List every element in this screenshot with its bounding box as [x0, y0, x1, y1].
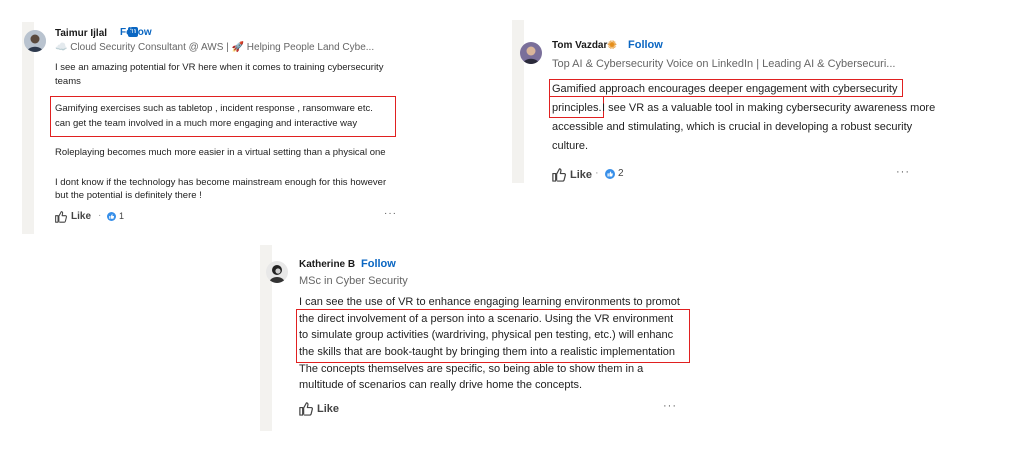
like-button[interactable]: Like: [298, 401, 339, 416]
author-name[interactable]: Taimur Ijlal: [55, 28, 107, 39]
follow-button[interactable]: Follow: [120, 27, 152, 38]
comment-text-line: teams: [55, 76, 81, 87]
follow-button[interactable]: Follow: [361, 258, 396, 270]
like-label: Like: [317, 402, 340, 415]
author-headline: ☁️ Cloud Security Consultant @ AWS | 🚀 H…: [55, 42, 375, 53]
separator-dot: ·: [98, 210, 102, 221]
comment-card-katherine: Katherine B Follow MSc in Cyber Security…: [260, 245, 690, 431]
avatar[interactable]: [24, 30, 46, 52]
avatar[interactable]: [520, 42, 542, 64]
author-headline: MSc in Cyber Security: [299, 275, 408, 287]
author-name[interactable]: Tom Vazdar: [552, 40, 607, 51]
comment-text-line: principles.: [552, 102, 602, 114]
like-reaction-icon: [605, 168, 615, 179]
comment-thread-rail: [22, 22, 34, 234]
like-label: Like: [570, 168, 593, 181]
comment-text-line: I dont know if the technology has become…: [55, 177, 387, 188]
avatar-photo-icon: [24, 30, 46, 52]
comment-text-line: to simulate group activities (wardriving…: [299, 329, 674, 341]
comment-text-line: Gamifying exercises such as tabletop , i…: [55, 103, 373, 114]
like-label: Like: [71, 211, 92, 222]
separator-dot: ·: [595, 167, 599, 179]
comment-text-line: the skills that are book-taught by bring…: [299, 346, 676, 358]
comment-card-tom: Tom Vazdar ✺ Follow Top AI & Cybersecuri…: [512, 20, 935, 183]
comment-text-line: the direct involvement of a person into …: [299, 313, 674, 325]
thumbs-up-icon: [299, 402, 313, 416]
avatar[interactable]: [266, 261, 288, 283]
avatar-photo-icon: [266, 261, 288, 283]
like-button[interactable]: Like: [551, 167, 592, 182]
like-button[interactable]: Like: [54, 210, 91, 223]
comment-text-line: but the potential is definitely there !: [55, 190, 202, 201]
comment-text-line: Gamified approach encourages deeper enga…: [552, 83, 898, 95]
reaction-count: 1: [119, 211, 125, 221]
comment-text-line: I see VR as a valuable tool in making cy…: [602, 102, 936, 114]
more-options-button[interactable]: ···: [896, 166, 910, 178]
more-options-button[interactable]: ···: [663, 400, 677, 412]
thumbs-up-icon: [55, 211, 67, 223]
author-headline: Top AI & Cybersecurity Voice on LinkedIn…: [552, 58, 896, 70]
reaction-count: 2: [618, 168, 624, 179]
comment-text-line: multitude of scenarios can really drive …: [299, 379, 583, 391]
comment-text-line: culture.: [552, 140, 589, 152]
thumbs-up-icon: [552, 168, 566, 182]
comment-text-line: I can see the use of VR to enhance engag…: [299, 296, 680, 308]
creator-sun-icon: ✺: [607, 38, 618, 52]
comment-card-taimur: Taimur Ijlal in Follow ☁️ Cloud Security…: [22, 22, 422, 234]
author-name[interactable]: Katherine B: [299, 259, 355, 270]
reaction-summary[interactable]: 2: [605, 168, 624, 179]
comment-text-line: The concepts themselves are specific, so…: [299, 363, 644, 375]
comment-text-line: can get the team involved in a much more…: [55, 118, 358, 129]
more-options-button[interactable]: ···: [384, 208, 397, 219]
follow-button[interactable]: Follow: [628, 39, 663, 51]
reaction-summary[interactable]: 1: [107, 211, 124, 221]
like-reaction-icon: [107, 211, 116, 221]
comment-text-line: accessible and stimulating, which is cru…: [552, 121, 913, 133]
comment-text-line: Roleplaying becomes much more easier in …: [55, 147, 386, 158]
comment-text-line: I see an amazing potential for VR here w…: [55, 62, 384, 73]
avatar-photo-icon: [520, 42, 542, 64]
